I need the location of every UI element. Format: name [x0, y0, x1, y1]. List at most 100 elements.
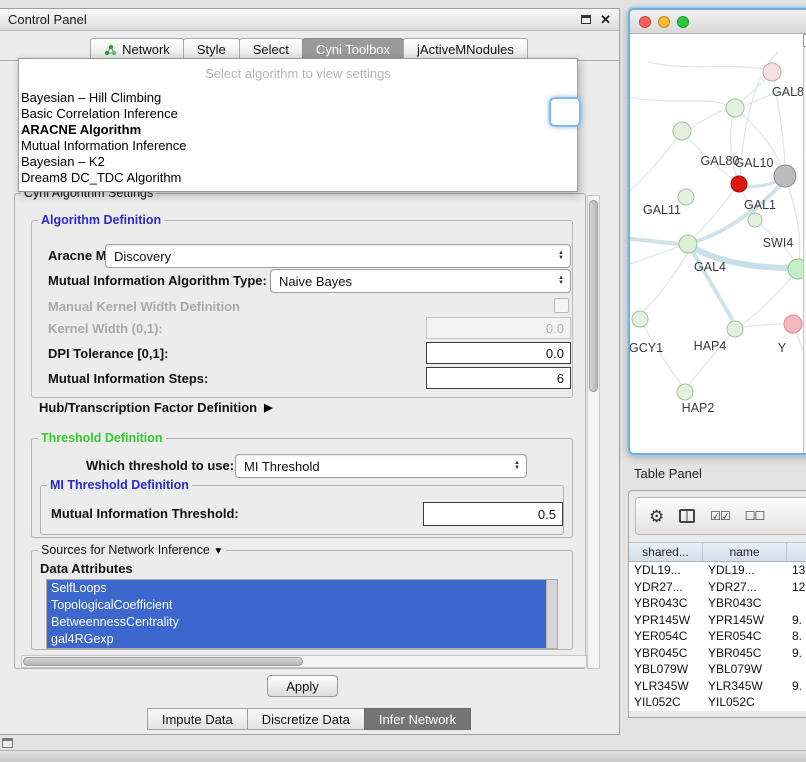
- table-header: shared... name: [629, 542, 806, 562]
- table-cell: YPR145W: [703, 612, 787, 629]
- select-all-icon[interactable]: ☑☑: [710, 509, 730, 523]
- attribute-list-item[interactable]: SelfLoops: [47, 580, 546, 597]
- hub-definition-section[interactable]: Hub/Transcription Factor Definition ▶: [39, 400, 273, 415]
- settings-vertical-scrollbar[interactable]: [587, 195, 600, 669]
- node-label: GAL10: [735, 156, 774, 170]
- algorithm-definition-group: Algorithm Definition Aracne Mode: Discov…: [31, 220, 573, 398]
- zoom-traffic-light[interactable]: [677, 16, 689, 28]
- table-cell: YBR043C: [629, 595, 703, 612]
- collapse-arrow-icon[interactable]: ▼: [213, 546, 223, 557]
- table-row[interactable]: YIL052C YIL052C: [629, 694, 806, 711]
- dropdown-item[interactable]: Dream8 DC_TDC Algorithm: [19, 170, 577, 186]
- network-node-labels: GAL8 GAL80 GAL10 GAL11 GAL1 SWI4 GAL4 GC…: [630, 85, 804, 415]
- tab-impute-data[interactable]: Impute Data: [147, 708, 248, 730]
- table-cell: YDL19...: [703, 562, 787, 579]
- aracne-mode-combobox[interactable]: Discovery ▲▼: [105, 244, 571, 268]
- table-cell: [787, 694, 806, 711]
- scrollbar-thumb[interactable]: [23, 657, 303, 666]
- kernel-width-label: Kernel Width (0,1):: [48, 321, 163, 336]
- screen: Control Panel ✕ Network Style Select: [0, 0, 806, 762]
- network-node-gray[interactable]: [774, 165, 796, 187]
- columns-icon[interactable]: [679, 509, 695, 523]
- combobox-arrows-icon: ▲▼: [552, 251, 570, 261]
- tab-label: jActiveMNodules: [417, 42, 514, 57]
- minimize-traffic-light[interactable]: [658, 16, 670, 28]
- kernel-width-input[interactable]: 0.0: [426, 317, 571, 339]
- apply-button[interactable]: Apply: [267, 675, 338, 697]
- table-cell: 12: [787, 579, 806, 596]
- dropdown-item[interactable]: Mutual Information Inference: [19, 138, 577, 154]
- gear-icon[interactable]: ⚙: [649, 508, 664, 525]
- table-toolbar: ⚙ ☑☑ ☐☐: [635, 497, 806, 535]
- network-node-pink[interactable]: [784, 315, 802, 333]
- table-panel-window: ⚙ ☑☑ ☐☐ shared... name YDL19... YDL19...…: [628, 490, 806, 718]
- table-cell: YDL19...: [629, 562, 703, 579]
- table-cell: YDR27...: [703, 579, 787, 596]
- node-label: Y: [778, 341, 787, 355]
- network-node[interactable]: [673, 122, 691, 140]
- group-title: Sources for Network Inference ▼: [38, 543, 226, 557]
- dropdown-item[interactable]: Bayesian – K2: [19, 154, 577, 170]
- tab-infer-network[interactable]: Infer Network: [364, 708, 471, 730]
- status-bar: [0, 750, 806, 762]
- network-node[interactable]: [632, 311, 648, 327]
- table-row[interactable]: YLR345W YLR345W 9.: [629, 678, 806, 695]
- tab-network[interactable]: Network: [90, 38, 184, 60]
- table-row[interactable]: YER054C YER054C 8.: [629, 628, 806, 645]
- which-threshold-combobox[interactable]: MI Threshold ▲▼: [235, 454, 527, 478]
- close-traffic-light[interactable]: [639, 16, 651, 28]
- mi-threshold-definition-group: MI Threshold Definition Mutual Informati…: [40, 485, 564, 535]
- table-row[interactable]: YPR145W YPR145W 9.: [629, 612, 806, 629]
- hub-definition-label: Hub/Transcription Factor Definition: [39, 400, 257, 415]
- dropdown-item[interactable]: Basic Correlation Inference: [19, 106, 577, 122]
- close-icon[interactable]: ✕: [600, 14, 611, 26]
- control-panel-window: Control Panel ✕ Network Style Select: [0, 8, 620, 735]
- tab-discretize-data[interactable]: Discretize Data: [247, 708, 365, 730]
- sources-title: Sources for Network Inference: [41, 543, 210, 557]
- settings-horizontal-scrollbar[interactable]: [21, 655, 587, 668]
- table-row[interactable]: YBR043C YBR043C: [629, 595, 806, 612]
- attribute-list-item[interactable]: TopologicalCoefficient: [47, 597, 546, 614]
- dpi-tolerance-input[interactable]: 0.0: [426, 342, 571, 364]
- table-row[interactable]: YDR27... YDR27... 12: [629, 579, 806, 596]
- dropdown-item-selected[interactable]: ARACNE Algorithm: [19, 122, 577, 138]
- mi-steps-input[interactable]: 6: [426, 367, 571, 389]
- column-header-name[interactable]: name: [703, 543, 787, 561]
- float-window-icon[interactable]: [581, 15, 591, 24]
- attribute-list-item[interactable]: BetweennessCentrality: [47, 614, 546, 631]
- column-header-shared[interactable]: shared...: [629, 543, 703, 561]
- table-cell: YER054C: [629, 628, 703, 645]
- table-row[interactable]: YBL079W YBL079W: [629, 661, 806, 678]
- mi-threshold-label: Mutual Information Threshold:: [51, 506, 239, 521]
- collapsed-panel-icon[interactable]: [2, 738, 13, 748]
- network-node[interactable]: [763, 63, 781, 81]
- dropdown-item[interactable]: Bayesian – Hill Climbing: [19, 90, 577, 106]
- algorithm-combo-focus-fragment[interactable]: [549, 97, 581, 127]
- column-header-extra[interactable]: [787, 543, 806, 561]
- mi-algorithm-type-combobox[interactable]: Naive Bayes ▲▼: [270, 269, 571, 293]
- table-row[interactable]: YDL19... YDL19... 13: [629, 562, 806, 579]
- mi-threshold-input[interactable]: 0.5: [423, 502, 563, 526]
- network-node[interactable]: [726, 99, 744, 117]
- deselect-all-icon[interactable]: ☐☐: [745, 509, 765, 523]
- manual-kernel-checkbox[interactable]: [554, 298, 569, 313]
- table-cell: YIL052C: [703, 694, 787, 711]
- attribute-list-scrollbar[interactable]: [546, 580, 557, 648]
- network-node[interactable]: [748, 213, 762, 227]
- cyni-algorithm-settings-group: Cyni Algorithm Settings Algorithm Defini…: [14, 193, 586, 669]
- network-node[interactable]: [677, 384, 693, 400]
- scrollbar-thumb[interactable]: [589, 200, 598, 392]
- table-row[interactable]: YBR045C YBR045C 9.: [629, 645, 806, 662]
- network-canvas[interactable]: GAL8 GAL80 GAL10 GAL11 GAL1 SWI4 GAL4 GC…: [630, 34, 806, 455]
- network-node-hub[interactable]: [679, 235, 697, 253]
- network-node-selected-red[interactable]: [731, 176, 747, 192]
- tab-style[interactable]: Style: [183, 38, 240, 60]
- tab-select[interactable]: Select: [239, 38, 303, 60]
- expand-arrow-icon[interactable]: ▶: [264, 401, 272, 414]
- tab-jactivemnodules[interactable]: jActiveMNodules: [403, 38, 528, 60]
- attribute-list-item[interactable]: gal4RGexp: [47, 631, 546, 648]
- network-node[interactable]: [727, 321, 743, 337]
- table-panel-title: Table Panel: [634, 466, 702, 481]
- group-title: Threshold Definition: [38, 431, 166, 445]
- tab-cyni-toolbox[interactable]: Cyni Toolbox: [302, 38, 404, 60]
